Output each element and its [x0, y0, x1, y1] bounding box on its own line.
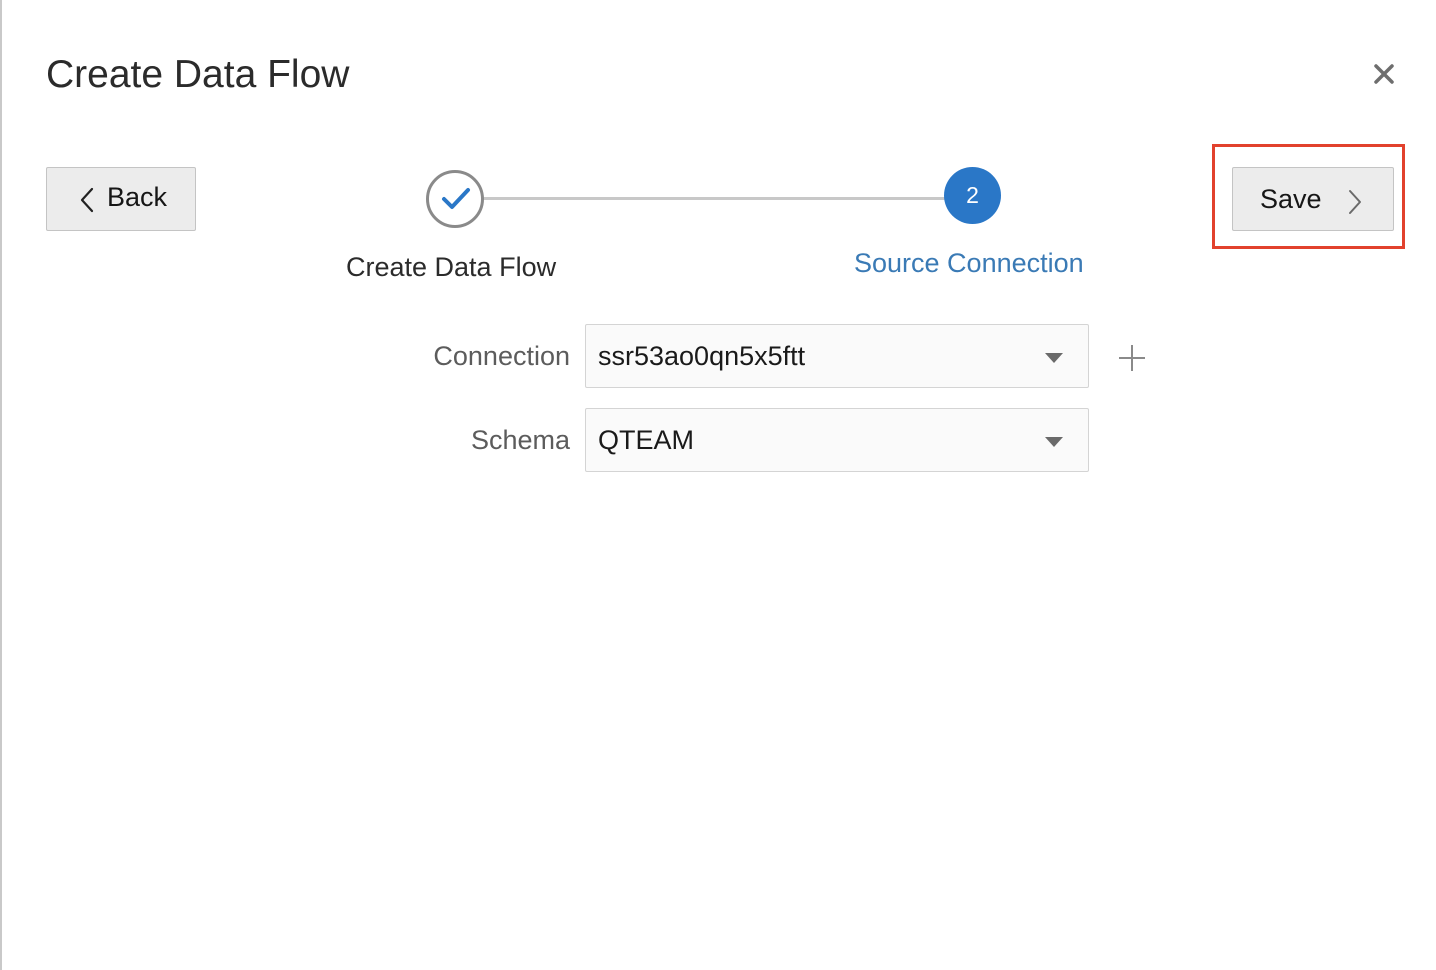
back-button[interactable]: Back — [46, 167, 196, 231]
train-step-label-create-data-flow: Create Data Flow — [346, 252, 557, 282]
close-icon — [1374, 64, 1394, 84]
train-connector — [480, 197, 950, 200]
train-step-source-connection[interactable]: 2 — [944, 167, 1001, 224]
save-button[interactable]: Save — [1232, 167, 1394, 231]
schema-label: Schema — [470, 425, 570, 455]
dropdown-arrow-icon — [1045, 437, 1063, 447]
close-button[interactable] — [1366, 56, 1402, 92]
back-button-label: Back — [107, 182, 168, 212]
add-connection-button[interactable] — [1115, 341, 1149, 375]
plus-icon — [1119, 345, 1145, 371]
connection-select[interactable]: ssr53ao0qn5x5ftt — [585, 324, 1089, 388]
save-button-label: Save — [1260, 184, 1322, 214]
dialog-title: Create Data Flow — [46, 53, 350, 96]
train-step-create-data-flow[interactable] — [426, 170, 484, 228]
chevron-right-icon — [1349, 190, 1361, 214]
dropdown-arrow-icon — [1045, 353, 1063, 363]
schema-select-value: QTEAM — [598, 425, 695, 455]
dialog-left-border — [0, 0, 2, 970]
connection-select-value: ssr53ao0qn5x5ftt — [598, 341, 806, 371]
check-icon — [442, 188, 470, 209]
train-step-label-source-connection: Source Connection — [854, 248, 1084, 278]
create-data-flow-dialog: Create Data Flow Back Create Data Flow 2… — [0, 0, 1436, 970]
chevron-left-icon — [80, 187, 94, 213]
schema-select[interactable]: QTEAM — [585, 408, 1089, 472]
connection-label: Connection — [433, 341, 570, 371]
